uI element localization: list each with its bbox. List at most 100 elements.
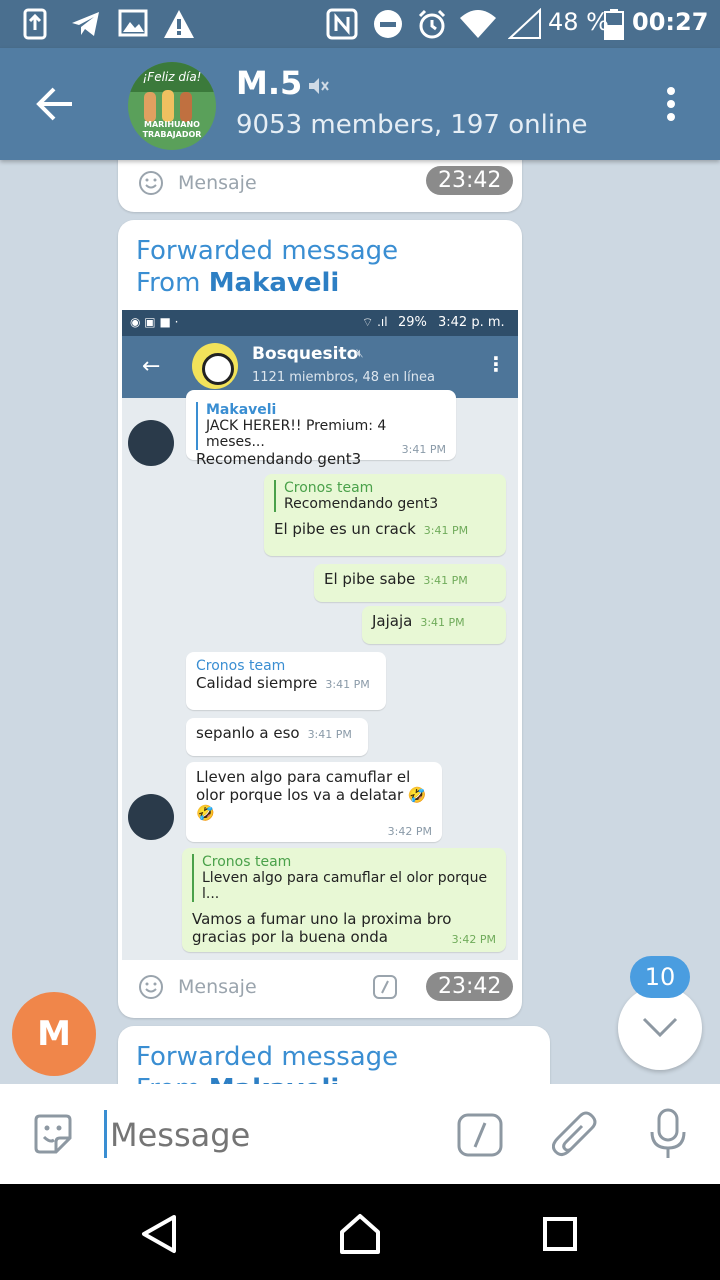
embedded-message: Cronos team Calidad siempre 3:41 PM (186, 652, 386, 710)
message-time: 3:41 PM (325, 678, 370, 691)
muted-icon (306, 74, 330, 98)
nav-back-icon[interactable] (140, 1214, 180, 1254)
chat-subtitle: 9053 members, 197 online (236, 110, 588, 140)
embedded-message: El pibe sabe 3:41 PM (314, 564, 506, 602)
message-time: 3:42 PM (387, 825, 432, 838)
message-input-bar (0, 1084, 720, 1184)
quote-name: Makaveli (206, 402, 277, 418)
alarm-icon (416, 8, 448, 44)
forwarded-screenshot[interactable]: ◉ ▣ ■ · ⌔ .ıl 29% 3:42 p. m. ← Bosquesit… (122, 310, 518, 960)
message-text: El pibe sabe (324, 570, 416, 588)
embedded-muted-icon: 🔇︎ (356, 346, 364, 360)
message-input[interactable] (108, 1108, 432, 1162)
avatar-text-bottom: MARIHUANO TRABAJADOR (142, 120, 202, 139)
embedded-avatar (192, 343, 238, 389)
clock: 00:27 (632, 8, 709, 36)
quote-text: Recomendando gent3 (284, 496, 439, 512)
embedded-back-icon: ← (142, 354, 161, 379)
embedded-battery: 29% (398, 315, 427, 330)
slash-command-icon[interactable] (456, 1112, 504, 1158)
chevron-down-icon (642, 1016, 678, 1038)
embedded-chat-title: Bosquesito (252, 344, 359, 364)
placeholder-text: Mensaje (178, 976, 257, 998)
user-avatar[interactable]: M (12, 992, 96, 1076)
forwarded-message-bubble[interactable]: Forwarded message From Makaveli ◉ ▣ ■ · … (118, 220, 522, 1018)
embedded-message: Makaveli JACK HERER!! Premium: 4 meses...… (186, 390, 456, 468)
forwarded-message-bubble[interactable]: Forwarded message From Makaveli (118, 1026, 550, 1084)
slash-command-icon (372, 974, 398, 1000)
upload-icon (22, 8, 50, 44)
sender-avatar (128, 420, 174, 466)
message-text: gracias por la buena onda (192, 928, 388, 946)
message-text: olor porque los va a delatar 🤣 (196, 786, 427, 804)
navigation-bar (0, 1184, 720, 1280)
message-text: Calidad siempre (196, 674, 318, 692)
message-time: 3:41 PM (420, 616, 465, 629)
text-cursor (104, 1110, 107, 1158)
message-bubble-partial[interactable]: Mensaje 23:42 (118, 160, 522, 212)
embedded-clock: 3:42 p. m. (438, 315, 505, 330)
message-time: 3:41 PM (307, 728, 352, 741)
attach-icon[interactable] (552, 1110, 600, 1160)
chat-header: ¡Feliz día! MARIHUANO TRABAJADOR M.5 905… (0, 48, 720, 160)
embedded-header: ← Bosquesito 🔇︎ 1121 miembros, 48 en lín… (122, 336, 518, 398)
message-time: 23:42 (426, 972, 514, 1001)
quote-name: Cronos team (284, 480, 374, 496)
message-time: 3:42 PM (451, 933, 496, 946)
embedded-message: sepanlo a eso 3:41 PM (186, 718, 368, 756)
message-text: Vamos a fumar uno la proxima bro (192, 910, 452, 928)
sticker-icon[interactable] (30, 1112, 76, 1158)
battery-icon (604, 8, 624, 44)
from-prefix: From (136, 268, 201, 298)
status-bar: 48 % 00:27 (0, 0, 720, 48)
quote-name: Cronos team (202, 854, 292, 870)
embedded-status-bar: ◉ ▣ ■ · ⌔ .ıl 29% 3:42 p. m. (122, 310, 518, 336)
message-text: Lleven algo para camuflar el (196, 768, 411, 786)
chat-area[interactable]: Mensaje 23:42 Forwarded message From Mak… (0, 160, 720, 1084)
back-arrow-icon[interactable] (36, 86, 74, 122)
emoji-icon (138, 170, 164, 196)
nfc-icon (326, 8, 358, 44)
embedded-chat-subtitle: 1121 miembros, 48 en línea (252, 370, 435, 385)
wifi-icon (458, 8, 498, 44)
message-time: 3:41 PM (423, 524, 469, 537)
embedded-chat-body: Makaveli JACK HERER!! Premium: 4 meses...… (122, 390, 518, 960)
group-avatar[interactable]: ¡Feliz día! MARIHUANO TRABAJADOR (128, 62, 216, 150)
telegram-icon (70, 8, 102, 44)
do-not-disturb-icon (372, 8, 404, 44)
message-time: 23:42 (426, 166, 514, 195)
from-name[interactable]: Makaveli (209, 268, 340, 298)
embedded-message: Cronos team Recomendando gent3 El pibe es… (264, 474, 506, 556)
placeholder-text: Mensaje (178, 172, 257, 194)
message-text: 🤣 (196, 804, 215, 822)
quote-text: Lleven algo para camuflar el olor porque… (202, 870, 488, 902)
embedded-message: Jajaja 3:41 PM (362, 606, 506, 644)
message-text: sepanlo a eso (196, 724, 300, 742)
signal-icon (507, 7, 542, 44)
embedded-message: Cronos team Lleven algo para camuflar el … (182, 848, 506, 952)
embedded-status-icons: ◉ ▣ ■ · (130, 315, 179, 329)
forwarded-from[interactable]: From Makaveli (136, 268, 339, 298)
nav-recents-icon[interactable] (542, 1216, 578, 1252)
embedded-message: Lleven algo para camuflar el olor porque… (186, 762, 442, 842)
from-name[interactable]: Makaveli (209, 1074, 340, 1084)
embedded-menu-icon: ⋮ (486, 352, 506, 376)
unread-count-badge: 10 (630, 956, 690, 998)
message-text: Recomendando gent3 (196, 450, 362, 468)
warning-icon (162, 8, 196, 44)
nav-home-icon[interactable] (338, 1212, 382, 1256)
message-time: 3:41 PM (401, 443, 446, 456)
more-options-icon[interactable] (664, 86, 678, 122)
emoji-icon (138, 974, 164, 1000)
sender-avatar (128, 794, 174, 840)
from-prefix: From (136, 1074, 200, 1084)
microphone-icon[interactable] (648, 1108, 688, 1160)
battery-percent: 48 % (548, 8, 609, 36)
forwarded-label: Forwarded message (136, 1042, 399, 1072)
embedded-signal-icon: ⌔ .ıl (362, 315, 388, 329)
forwarded-from[interactable]: From Makaveli (136, 1074, 339, 1084)
image-icon (118, 8, 148, 42)
message-time: 3:41 PM (423, 574, 468, 587)
chat-title[interactable]: M.5 (236, 64, 302, 102)
scroll-down-button[interactable] (618, 986, 702, 1070)
